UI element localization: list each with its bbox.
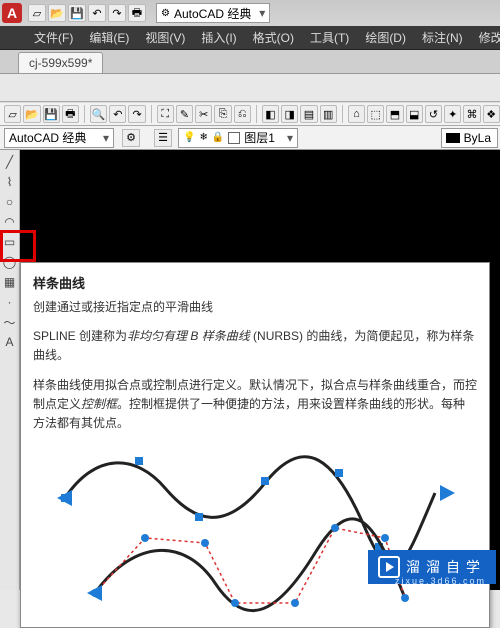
watermark-url: zixue.3d66.com: [395, 576, 486, 586]
menu-modify[interactable]: 修改: [473, 27, 500, 48]
redo-icon[interactable]: ↷: [108, 4, 126, 22]
tb-tool-icon[interactable]: ▥: [320, 105, 337, 123]
ribbon-spacer: [0, 74, 500, 102]
tool-arc-icon[interactable]: ◠: [2, 214, 18, 230]
quick-access-toolbar: ▱ 📂 💾 ↶ ↷ 🖶: [28, 4, 146, 22]
menu-annotate[interactable]: 标注(N): [416, 27, 469, 48]
tb-new-icon[interactable]: ▱: [4, 105, 21, 123]
tb-tool-icon[interactable]: ⬓: [406, 105, 423, 123]
separator: [342, 105, 343, 123]
color-bylayer-dropdown[interactable]: ByLa: [441, 128, 498, 148]
tb-tool-icon[interactable]: ◧: [262, 105, 279, 123]
tb-tool-icon[interactable]: ✦: [444, 105, 461, 123]
freeze-icon: ❄: [199, 132, 207, 143]
draw-toolbar: ╱ ⌇ ○ ◠ ▭ ◯ ▦ · ～ A: [0, 150, 20, 590]
lock-icon: 🔒: [212, 132, 224, 143]
tb-undo-icon[interactable]: ↶: [109, 105, 126, 123]
tb-tool-icon[interactable]: ⬚: [367, 105, 384, 123]
layer-dropdown[interactable]: 💡 ❄ 🔒 图层1: [178, 128, 298, 148]
color-bylayer-label: ByLa: [464, 131, 491, 145]
tb-tool-icon[interactable]: ⌘: [463, 105, 480, 123]
tool-point-icon[interactable]: ·: [2, 294, 18, 310]
menu-format[interactable]: 格式(O): [247, 27, 300, 48]
menu-edit[interactable]: 编辑(E): [83, 27, 135, 48]
gear-icon: ⚙: [161, 8, 170, 19]
document-tab-active[interactable]: cj-599x599*: [18, 52, 103, 73]
tb-save-icon[interactable]: 💾: [43, 105, 60, 123]
workspace-label: AutoCAD 经典: [174, 5, 251, 22]
tool-text-icon[interactable]: A: [2, 334, 18, 350]
menu-file[interactable]: 文件(F): [28, 27, 79, 48]
menu-draw[interactable]: 绘图(D): [359, 27, 412, 48]
print-icon[interactable]: 🖶: [128, 4, 146, 22]
tb-tool-icon[interactable]: ⎘: [214, 105, 231, 123]
tb-print-icon[interactable]: 🖶: [62, 105, 79, 123]
save-icon[interactable]: 💾: [68, 4, 86, 22]
color-swatch-icon: [446, 133, 460, 143]
tb-tool-icon[interactable]: ❖: [483, 105, 500, 123]
new-icon[interactable]: ▱: [28, 4, 46, 22]
menu-insert[interactable]: 插入(I): [195, 27, 242, 48]
tb-redo-icon[interactable]: ↷: [128, 105, 145, 123]
tool-circle-icon[interactable]: ○: [2, 194, 18, 210]
tooltip-summary: 创建通过或接近指定点的平滑曲线: [33, 298, 477, 317]
tool-spline-icon[interactable]: ～: [2, 314, 18, 330]
layer-controls: ☰ 💡 ❄ 🔒 图层1: [154, 128, 298, 148]
ws-settings-icon[interactable]: ⚙: [122, 129, 140, 147]
tooltip-para1: SPLINE 创建称为非均匀有理 B 样条曲线 (NURBS) 的曲线，为简便起…: [33, 327, 477, 365]
undo-icon[interactable]: ↶: [88, 4, 106, 22]
tb-tool-icon[interactable]: ✂: [195, 105, 212, 123]
tool-polyline-icon[interactable]: ⌇: [2, 174, 18, 190]
play-icon: [378, 556, 400, 578]
tb-tool-icon[interactable]: ↺: [425, 105, 442, 123]
tb-tool-icon[interactable]: ⌂: [348, 105, 365, 123]
bulb-icon: 💡: [183, 132, 195, 143]
tooltip-title: 样条曲线: [33, 273, 477, 292]
highlight-box: [0, 230, 36, 262]
tooltip-illustration: [33, 443, 477, 613]
workspace-dropdown[interactable]: AutoCAD 经典: [4, 128, 114, 148]
workspace-selector[interactable]: ⚙ AutoCAD 经典: [156, 3, 270, 23]
separator: [256, 105, 257, 123]
open-icon[interactable]: 📂: [48, 4, 66, 22]
tb-tool-icon[interactable]: ⎌: [234, 105, 251, 123]
separator: [84, 105, 85, 123]
tool-line-icon[interactable]: ╱: [2, 154, 18, 170]
layer-color-swatch: [228, 132, 240, 144]
title-bar: A ▱ 📂 💾 ↶ ↷ 🖶 ⚙ AutoCAD 经典: [0, 0, 500, 26]
app-logo[interactable]: A: [2, 3, 22, 23]
tool-hatch-icon[interactable]: ▦: [2, 274, 18, 290]
tb-tool-icon[interactable]: ▤: [300, 105, 317, 123]
tb-search-icon[interactable]: 🔍: [90, 105, 107, 123]
tb-tool-icon[interactable]: ⛶: [157, 105, 174, 123]
separator: [151, 105, 152, 123]
menu-bar: 文件(F) 编辑(E) 视图(V) 插入(I) 格式(O) 工具(T) 绘图(D…: [0, 26, 500, 50]
tb-tool-icon[interactable]: ⬒: [386, 105, 403, 123]
watermark-brand: 溜溜自学: [406, 557, 486, 577]
tooltip-para2: 样条曲线使用拟合点或控制点进行定义。默认情况下，拟合点与样条曲线重合，而控制点定…: [33, 376, 477, 434]
tb-tool-icon[interactable]: ✎: [176, 105, 193, 123]
workspace-layer-toolbar: AutoCAD 经典 ⚙ ☰ 💡 ❄ 🔒 图层1 ByLa: [0, 126, 500, 150]
document-tab-bar: cj-599x599*: [0, 50, 500, 74]
menu-tools[interactable]: 工具(T): [304, 27, 355, 48]
watermark-badge: 溜溜自学 zixue.3d66.com: [368, 550, 496, 584]
layer-manager-icon[interactable]: ☰: [154, 129, 172, 147]
layer-name: 图层1: [244, 129, 275, 146]
standard-toolbar: ▱ 📂 💾 🖶 🔍 ↶ ↷ ⛶ ✎ ✂ ⎘ ⎌ ◧ ◨ ▤ ▥ ⌂ ⬚ ⬒ ⬓ …: [0, 102, 500, 126]
workspace-dropdown-label: AutoCAD 经典: [9, 129, 86, 146]
menu-view[interactable]: 视图(V): [139, 27, 191, 48]
tb-open-icon[interactable]: 📂: [23, 105, 40, 123]
tb-tool-icon[interactable]: ◨: [281, 105, 298, 123]
